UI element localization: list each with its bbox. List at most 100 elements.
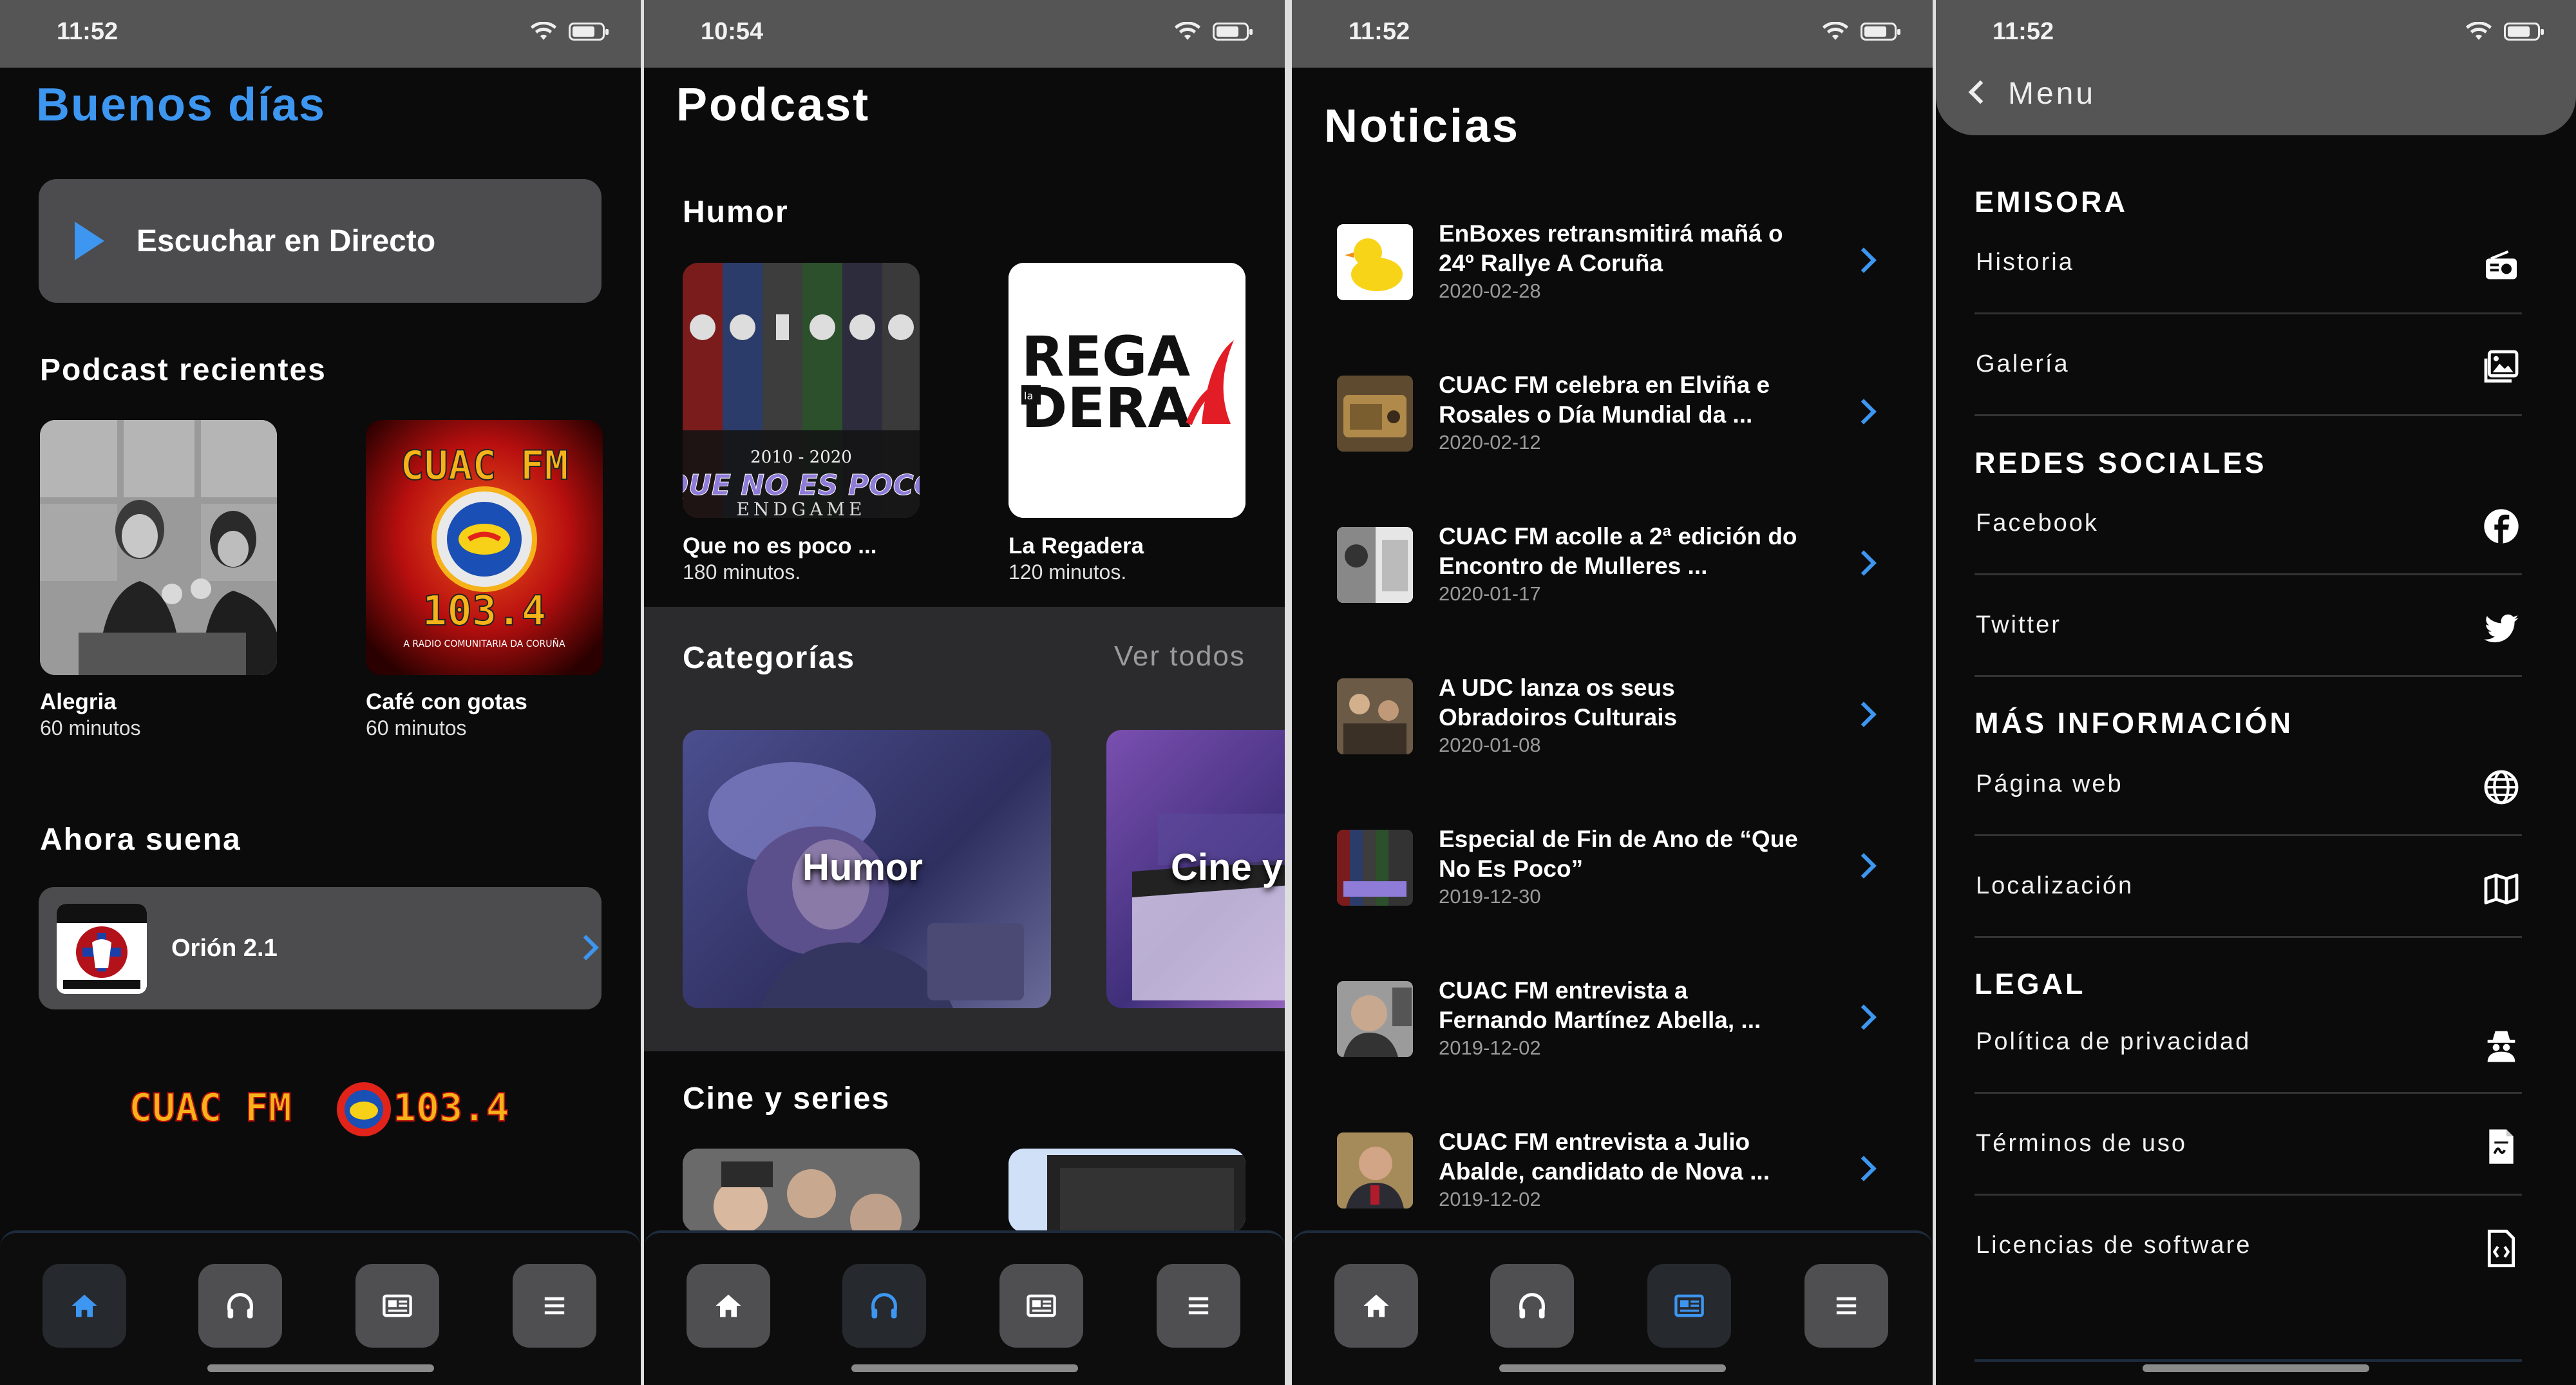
home-icon: [1363, 1294, 1389, 1317]
news-title: CUAC FM entrevista a Fernando Martínez A…: [1439, 977, 1761, 1033]
regadera-logo-la: la: [1024, 390, 1033, 402]
cine-card-2-image[interactable]: [1009, 1149, 1245, 1232]
podcast-card-cafe-image[interactable]: CUAC FM 103.4 A RADIO COMUNITARIA DA COR…: [366, 420, 603, 675]
cuac-fm-logo-image: CUAC FM 103.4 A RADIO COMUNITARIA DA COR…: [366, 420, 603, 675]
news-date: 2019-12-30: [1439, 885, 1541, 908]
category-tile-cine[interactable]: Cine y: [1106, 730, 1285, 1008]
podcast-card-title[interactable]: Café con gotas: [366, 689, 527, 715]
podcast-card-quenoespoco-image[interactable]: 2010 - 2020 QUE NO ES POCO ENDGAME: [683, 263, 920, 518]
poster-year: 2010 - 2020: [750, 448, 852, 467]
chevron-right-icon: [1851, 1004, 1877, 1030]
tab-menu[interactable]: [513, 1264, 596, 1348]
humor-section-title: Humor: [683, 195, 789, 229]
cuac-logo-freq: 103.4: [422, 587, 547, 635]
podcast-card-title[interactable]: Que no es poco ...: [683, 533, 876, 559]
menu-item-galeria[interactable]: Galería: [1975, 314, 2522, 416]
menu-icon: [544, 1297, 565, 1315]
menu-item-terminos[interactable]: Términos de uso: [1975, 1094, 2522, 1196]
listen-live-label: Escuchar en Directo: [137, 224, 436, 258]
category-label: Humor: [802, 846, 923, 888]
home-icon: [715, 1294, 741, 1317]
facebook-icon: [2484, 509, 2519, 544]
news-thumbnail: [1337, 830, 1413, 906]
tab-menu[interactable]: [1804, 1264, 1888, 1348]
tab-news[interactable]: [355, 1264, 439, 1348]
news-title: A UDC lanza os seus Obradoiros Culturais: [1439, 674, 1678, 731]
news-item[interactable]: EnBoxes retransmitirá mañá o 24º Rallye …: [1337, 200, 1891, 316]
cine-card-1-image[interactable]: [683, 1149, 920, 1232]
news-item[interactable]: CUAC FM celebra en Elviña e Rosales o Dí…: [1337, 351, 1891, 467]
menu-item-label: Página web: [1976, 770, 2123, 798]
news-title: CUAC FM acolle a 2ª edición do Encontro …: [1439, 523, 1797, 579]
status-time: 11:52: [1993, 18, 2054, 45]
headphones-icon: [1519, 1293, 1545, 1319]
news-item[interactable]: CUAC FM entrevista a Fernando Martínez A…: [1337, 957, 1891, 1073]
wifi-icon: [1823, 22, 1848, 40]
status-bar: 11:52: [1292, 0, 1933, 68]
tab-home[interactable]: [687, 1264, 770, 1348]
category-tile-humor[interactable]: Humor: [683, 730, 1051, 1008]
tab-bar: [644, 1230, 1285, 1385]
podcast-card-title[interactable]: La Regadera: [1009, 533, 1144, 559]
menu-item-localizacion[interactable]: Localización: [1975, 836, 2522, 938]
menu-item-label: Política de privacidad: [1976, 1028, 2251, 1055]
tab-home[interactable]: [1334, 1264, 1418, 1348]
tab-podcast[interactable]: [1490, 1264, 1574, 1348]
news-item[interactable]: A UDC lanza os seus Obradoiros Culturais…: [1337, 654, 1891, 770]
podcast-card-alegria-image[interactable]: [40, 420, 277, 675]
news-item[interactable]: CUAC FM acolle a 2ª edición do Encontro …: [1337, 502, 1891, 618]
news-item[interactable]: CUAC FM entrevista a Julio Abalde, candi…: [1337, 1108, 1891, 1224]
status-bar: 10:54: [644, 0, 1285, 68]
tab-bar: [1292, 1230, 1933, 1385]
news-thumbnail: [1337, 678, 1413, 754]
globe-icon: [2484, 770, 2519, 805]
menu-item-historia[interactable]: Historia: [1975, 213, 2522, 314]
news-title: CUAC FM entrevista a Julio Abalde, candi…: [1439, 1129, 1770, 1185]
tab-podcast[interactable]: [842, 1264, 926, 1348]
page-title: Noticias: [1324, 100, 1520, 152]
poster-title: QUE NO ES POCO: [683, 469, 920, 502]
home-icon: [71, 1294, 97, 1317]
news-title: EnBoxes retransmitirá mañá o 24º Rallye …: [1439, 220, 1783, 276]
menu-item-pagina-web[interactable]: Página web: [1975, 734, 2522, 836]
studio-photo: [40, 420, 277, 675]
listen-live-button[interactable]: Escuchar en Directo: [39, 179, 601, 303]
spy-icon: [2487, 1031, 2515, 1062]
cine-series-title: Cine y series: [683, 1082, 891, 1116]
news-thumbnail: [1337, 224, 1413, 300]
headphones-icon: [871, 1293, 897, 1319]
back-chevron-icon[interactable]: [1968, 80, 1993, 104]
podcast-card-laregadera-image[interactable]: REGA DERA la: [1009, 263, 1245, 518]
podcast-card-duration: 60 minutos: [366, 716, 467, 740]
twitter-icon: [2484, 614, 2519, 643]
news-date: 2020-01-17: [1439, 582, 1541, 605]
podcast-card-title[interactable]: Alegria: [40, 689, 117, 715]
podcast-card-duration: 60 minutos: [40, 716, 141, 740]
menu-item-privacidad[interactable]: Política de privacidad: [1975, 992, 2522, 1094]
tab-news[interactable]: [1647, 1264, 1731, 1348]
wifi-icon: [1175, 22, 1200, 40]
home-screen: 11:52 Buenos días Escuchar en Directo Po…: [0, 0, 641, 1385]
now-playing-thumbnail: [57, 904, 147, 994]
chevron-right-icon: [1851, 247, 1877, 273]
cuac-fm-logo: CUAC FM 103.4: [129, 1082, 509, 1136]
menu-item-facebook[interactable]: Facebook: [1975, 473, 2522, 575]
tab-podcast[interactable]: [198, 1264, 282, 1348]
document-icon: [2489, 1129, 2514, 1164]
tab-menu[interactable]: [1157, 1264, 1240, 1348]
page-title: Podcast: [676, 79, 871, 131]
code-file-icon: [2487, 1229, 2515, 1268]
menu-item-twitter[interactable]: Twitter: [1975, 575, 2522, 677]
tab-home[interactable]: [43, 1264, 126, 1348]
news-title: CUAC FM celebra en Elviña e Rosales o Dí…: [1439, 372, 1770, 428]
news-screen: 11:52 Noticias EnBoxes retransmitirá mañ…: [1292, 0, 1933, 1385]
news-item[interactable]: Especial de Fin de Ano de “Que No Es Poc…: [1337, 805, 1891, 921]
battery-icon: [569, 23, 609, 41]
news-thumbnail: [1337, 981, 1413, 1057]
now-playing-card[interactable]: Orión 2.1: [39, 887, 601, 1009]
tab-news[interactable]: [999, 1264, 1083, 1348]
tab-bar: [0, 1230, 641, 1385]
news-date: 2019-12-02: [1439, 1036, 1541, 1059]
menu-item-licencias[interactable]: Licencias de software: [1975, 1196, 2522, 1297]
see-all-link[interactable]: Ver todos: [1114, 640, 1245, 673]
